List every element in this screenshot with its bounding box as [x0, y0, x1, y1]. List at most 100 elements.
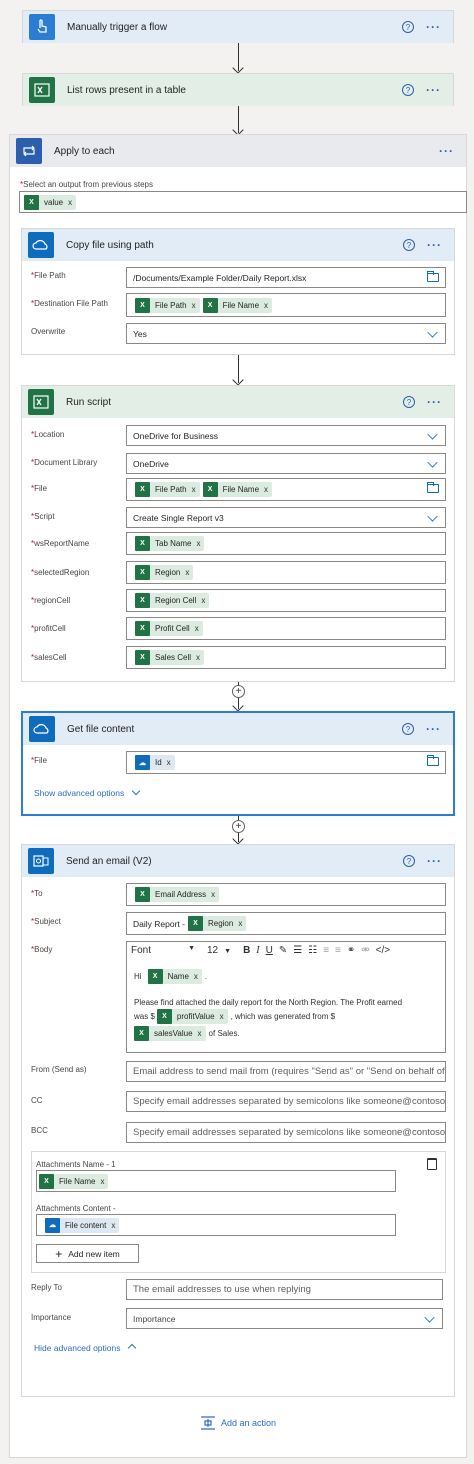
to-field[interactable]: X Email Address x: [126, 883, 446, 906]
remove-token-icon[interactable]: x: [194, 971, 198, 983]
add-action-button[interactable]: Add an action: [200, 1416, 276, 1430]
help-icon[interactable]: ?: [402, 723, 414, 735]
profit-cell-field[interactable]: X Profit Cell x: [126, 617, 446, 640]
list-rows-card[interactable]: List rows present in a table ? ···: [22, 73, 454, 106]
remove-token-icon[interactable]: x: [211, 890, 215, 899]
add-new-item-button[interactable]: + Add new item: [36, 1244, 139, 1263]
token-profit-cell[interactable]: X Profit Cell x: [135, 621, 203, 636]
attachments-name-field[interactable]: X File Name x: [36, 1170, 396, 1192]
file-field[interactable]: X File Path x X File Name x: [126, 478, 446, 501]
copy-file-header[interactable]: Copy file using path ? ···: [22, 229, 454, 261]
run-script-header[interactable]: Run script ? ···: [22, 386, 454, 418]
remove-token-icon[interactable]: x: [198, 1028, 202, 1040]
token-value[interactable]: Xvalue x: [24, 194, 77, 210]
remove-token-icon[interactable]: x: [264, 301, 268, 310]
remove-token-icon[interactable]: x: [264, 485, 268, 494]
bcc-input[interactable]: Specify email addresses separated by sem…: [126, 1122, 446, 1143]
token-tab-name[interactable]: X Tab Name x: [135, 536, 205, 551]
get-file-header[interactable]: Get file content ? ···: [23, 713, 453, 745]
font-size-select[interactable]: 12 ▼: [207, 945, 237, 956]
more-options-icon[interactable]: ···: [427, 854, 442, 868]
more-options-icon[interactable]: ···: [439, 144, 454, 158]
token-file-content[interactable]: ☁ File content x: [45, 1217, 120, 1233]
numbered-list-icon[interactable]: ☷: [308, 945, 317, 956]
italic-icon[interactable]: I: [256, 945, 259, 956]
remove-token-icon[interactable]: x: [68, 198, 72, 207]
list-rows-header[interactable]: List rows present in a table ? ···: [23, 74, 453, 106]
token-sales-value[interactable]: XsalesValue x: [134, 1026, 206, 1041]
body-editor[interactable]: Font ▼ 12 ▼ B I U ✎ ☰ ☷ ≡ ≡ ⚭ ⚮ </> Hi X Na…: [126, 941, 446, 1053]
document-library-select[interactable]: OneDrive: [126, 453, 446, 474]
more-options-icon[interactable]: ···: [426, 83, 441, 97]
token-id[interactable]: ☁ Id x: [135, 755, 175, 770]
remove-token-icon[interactable]: x: [185, 568, 189, 577]
folder-icon[interactable]: [427, 755, 439, 766]
help-icon[interactable]: ?: [403, 855, 415, 867]
token-profit-value[interactable]: XprofitValue x: [156, 1009, 228, 1024]
trigger-header[interactable]: Manually trigger a flow ? ···: [23, 11, 453, 43]
overwrite-select[interactable]: Yes: [126, 323, 446, 344]
token-region[interactable]: X Region x: [187, 916, 247, 931]
apply-to-each-header[interactable]: Apply to each ···: [10, 135, 466, 167]
destination-path-field[interactable]: X File Path x X File Name x: [126, 293, 446, 317]
remove-token-icon[interactable]: x: [196, 653, 200, 662]
trigger-card[interactable]: Manually trigger a flow ? ···: [22, 10, 454, 43]
reply-to-input[interactable]: The email addresses to use when replying: [126, 1279, 443, 1300]
token-file-name[interactable]: X File Name x: [39, 1173, 109, 1189]
select-output-field[interactable]: Xvalue x: [19, 191, 467, 213]
subject-field[interactable]: Daily Report - X Region x: [126, 912, 446, 935]
more-options-icon[interactable]: ···: [426, 722, 441, 736]
insert-step-button[interactable]: +: [232, 685, 245, 698]
delete-item-icon[interactable]: [427, 1158, 437, 1170]
remove-token-icon[interactable]: x: [167, 758, 171, 767]
more-options-icon[interactable]: ···: [427, 395, 442, 409]
remove-token-icon[interactable]: x: [192, 485, 196, 494]
region-cell-field[interactable]: X Region Cell x: [126, 589, 446, 612]
font-family-select[interactable]: Font ▼: [131, 945, 201, 956]
font-color-icon[interactable]: ✎: [279, 945, 287, 956]
token-sales-cell[interactable]: X Sales Cell x: [135, 650, 205, 665]
remove-token-icon[interactable]: x: [111, 1221, 115, 1230]
from-input[interactable]: Email address to send mail from (require…: [126, 1061, 446, 1082]
token-file-name[interactable]: X File Name x: [202, 297, 273, 313]
token-file-name[interactable]: X File Name x: [202, 482, 273, 497]
token-file-path[interactable]: X File Path x: [135, 482, 200, 497]
remove-token-icon[interactable]: x: [100, 1177, 104, 1186]
hide-advanced-options-link[interactable]: Hide advanced options: [34, 1343, 137, 1353]
file-path-field[interactable]: /Documents/Example Folder/Daily Report.x…: [126, 267, 446, 288]
token-region[interactable]: X Region x: [135, 565, 194, 580]
increase-indent-icon[interactable]: ≡: [335, 945, 341, 956]
send-email-header[interactable]: Send an email (V2) ? ···: [22, 845, 454, 877]
more-options-icon[interactable]: ···: [426, 20, 441, 34]
unlink-icon[interactable]: ⚮: [361, 945, 369, 956]
folder-icon[interactable]: [427, 271, 439, 282]
token-name[interactable]: X Name x: [147, 969, 202, 984]
show-advanced-options-link[interactable]: Show advanced options: [34, 786, 140, 798]
folder-icon[interactable]: [427, 482, 439, 493]
token-file-path[interactable]: X File Path x: [135, 297, 200, 313]
remove-token-icon[interactable]: x: [192, 301, 196, 310]
attachments-content-field[interactable]: ☁ File content x: [36, 1214, 396, 1236]
remove-token-icon[interactable]: x: [238, 919, 242, 928]
sales-cell-field[interactable]: X Sales Cell x: [126, 646, 446, 669]
decrease-indent-icon[interactable]: ≡: [323, 945, 329, 956]
location-select[interactable]: OneDrive for Business: [126, 425, 446, 446]
selected-region-field[interactable]: X Region x: [126, 561, 446, 584]
remove-token-icon[interactable]: x: [195, 624, 199, 633]
remove-token-icon[interactable]: x: [196, 539, 200, 548]
token-region-cell[interactable]: X Region Cell x: [135, 593, 210, 608]
insert-step-button[interactable]: +: [232, 820, 245, 833]
underline-icon[interactable]: U: [266, 945, 273, 956]
help-icon[interactable]: ?: [402, 21, 414, 33]
cc-input[interactable]: Specify email addresses separated by sem…: [126, 1091, 446, 1112]
bold-icon[interactable]: B: [243, 945, 250, 956]
importance-select[interactable]: Importance: [126, 1308, 443, 1329]
remove-token-icon[interactable]: x: [220, 1011, 224, 1023]
file-field[interactable]: ☁ Id x: [126, 751, 446, 774]
ws-report-name-field[interactable]: X Tab Name x: [126, 532, 446, 555]
bullet-list-icon[interactable]: ☰: [293, 945, 302, 956]
link-icon[interactable]: ⚭: [347, 945, 355, 956]
more-options-icon[interactable]: ···: [427, 238, 442, 252]
code-view-icon[interactable]: </>: [376, 945, 390, 956]
remove-token-icon[interactable]: x: [201, 596, 205, 605]
